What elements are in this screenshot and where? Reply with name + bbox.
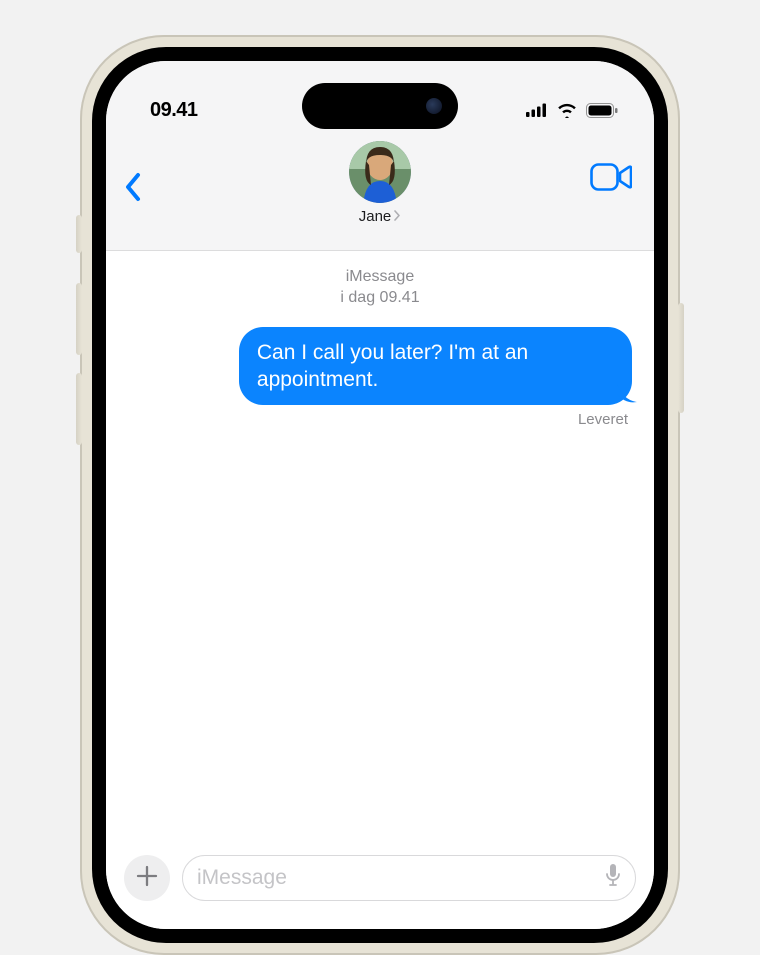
- plus-icon: [136, 861, 158, 895]
- battery-icon: [586, 103, 618, 118]
- input-bar: iMessage: [106, 845, 654, 929]
- facetime-button[interactable]: [590, 163, 632, 196]
- contact-avatar: [349, 141, 411, 203]
- attach-button[interactable]: [124, 855, 170, 901]
- input-placeholder: iMessage: [197, 866, 287, 890]
- cellular-signal-icon: [526, 103, 548, 117]
- chevron-right-icon: [393, 208, 401, 225]
- volume-up-button: [76, 283, 82, 355]
- volume-down-button: [76, 373, 82, 445]
- contact-info-button[interactable]: Jane: [349, 141, 411, 225]
- status-time: 09.41: [150, 99, 198, 122]
- back-button[interactable]: [124, 172, 168, 202]
- date-label: i dag 09.41: [340, 289, 419, 306]
- volume-silent-switch: [76, 215, 82, 253]
- message-row: Can I call you later? I'm at an appointm…: [106, 327, 654, 406]
- conversation-header: Jane: [106, 133, 654, 251]
- dynamic-island: [302, 83, 458, 129]
- service-label: iMessage: [106, 267, 654, 288]
- wifi-icon: [556, 102, 578, 118]
- delivery-status: Leveret: [106, 405, 654, 428]
- phone-frame: 09.41: [80, 35, 680, 955]
- screen: 09.41: [106, 61, 654, 929]
- conversation-scroll[interactable]: iMessage i dag 09.41 Can I call you late…: [106, 251, 654, 845]
- bubble-tail-icon: [617, 384, 637, 404]
- microphone-icon[interactable]: [605, 863, 621, 893]
- contact-name: Jane: [359, 208, 392, 225]
- message-input[interactable]: iMessage: [182, 855, 636, 901]
- message-text: Can I call you later? I'm at an appointm…: [257, 341, 528, 391]
- sent-message-bubble[interactable]: Can I call you later? I'm at an appointm…: [239, 327, 632, 406]
- front-camera-icon: [426, 98, 442, 114]
- power-button: [678, 303, 684, 413]
- thread-timestamp: iMessage i dag 09.41: [106, 267, 654, 309]
